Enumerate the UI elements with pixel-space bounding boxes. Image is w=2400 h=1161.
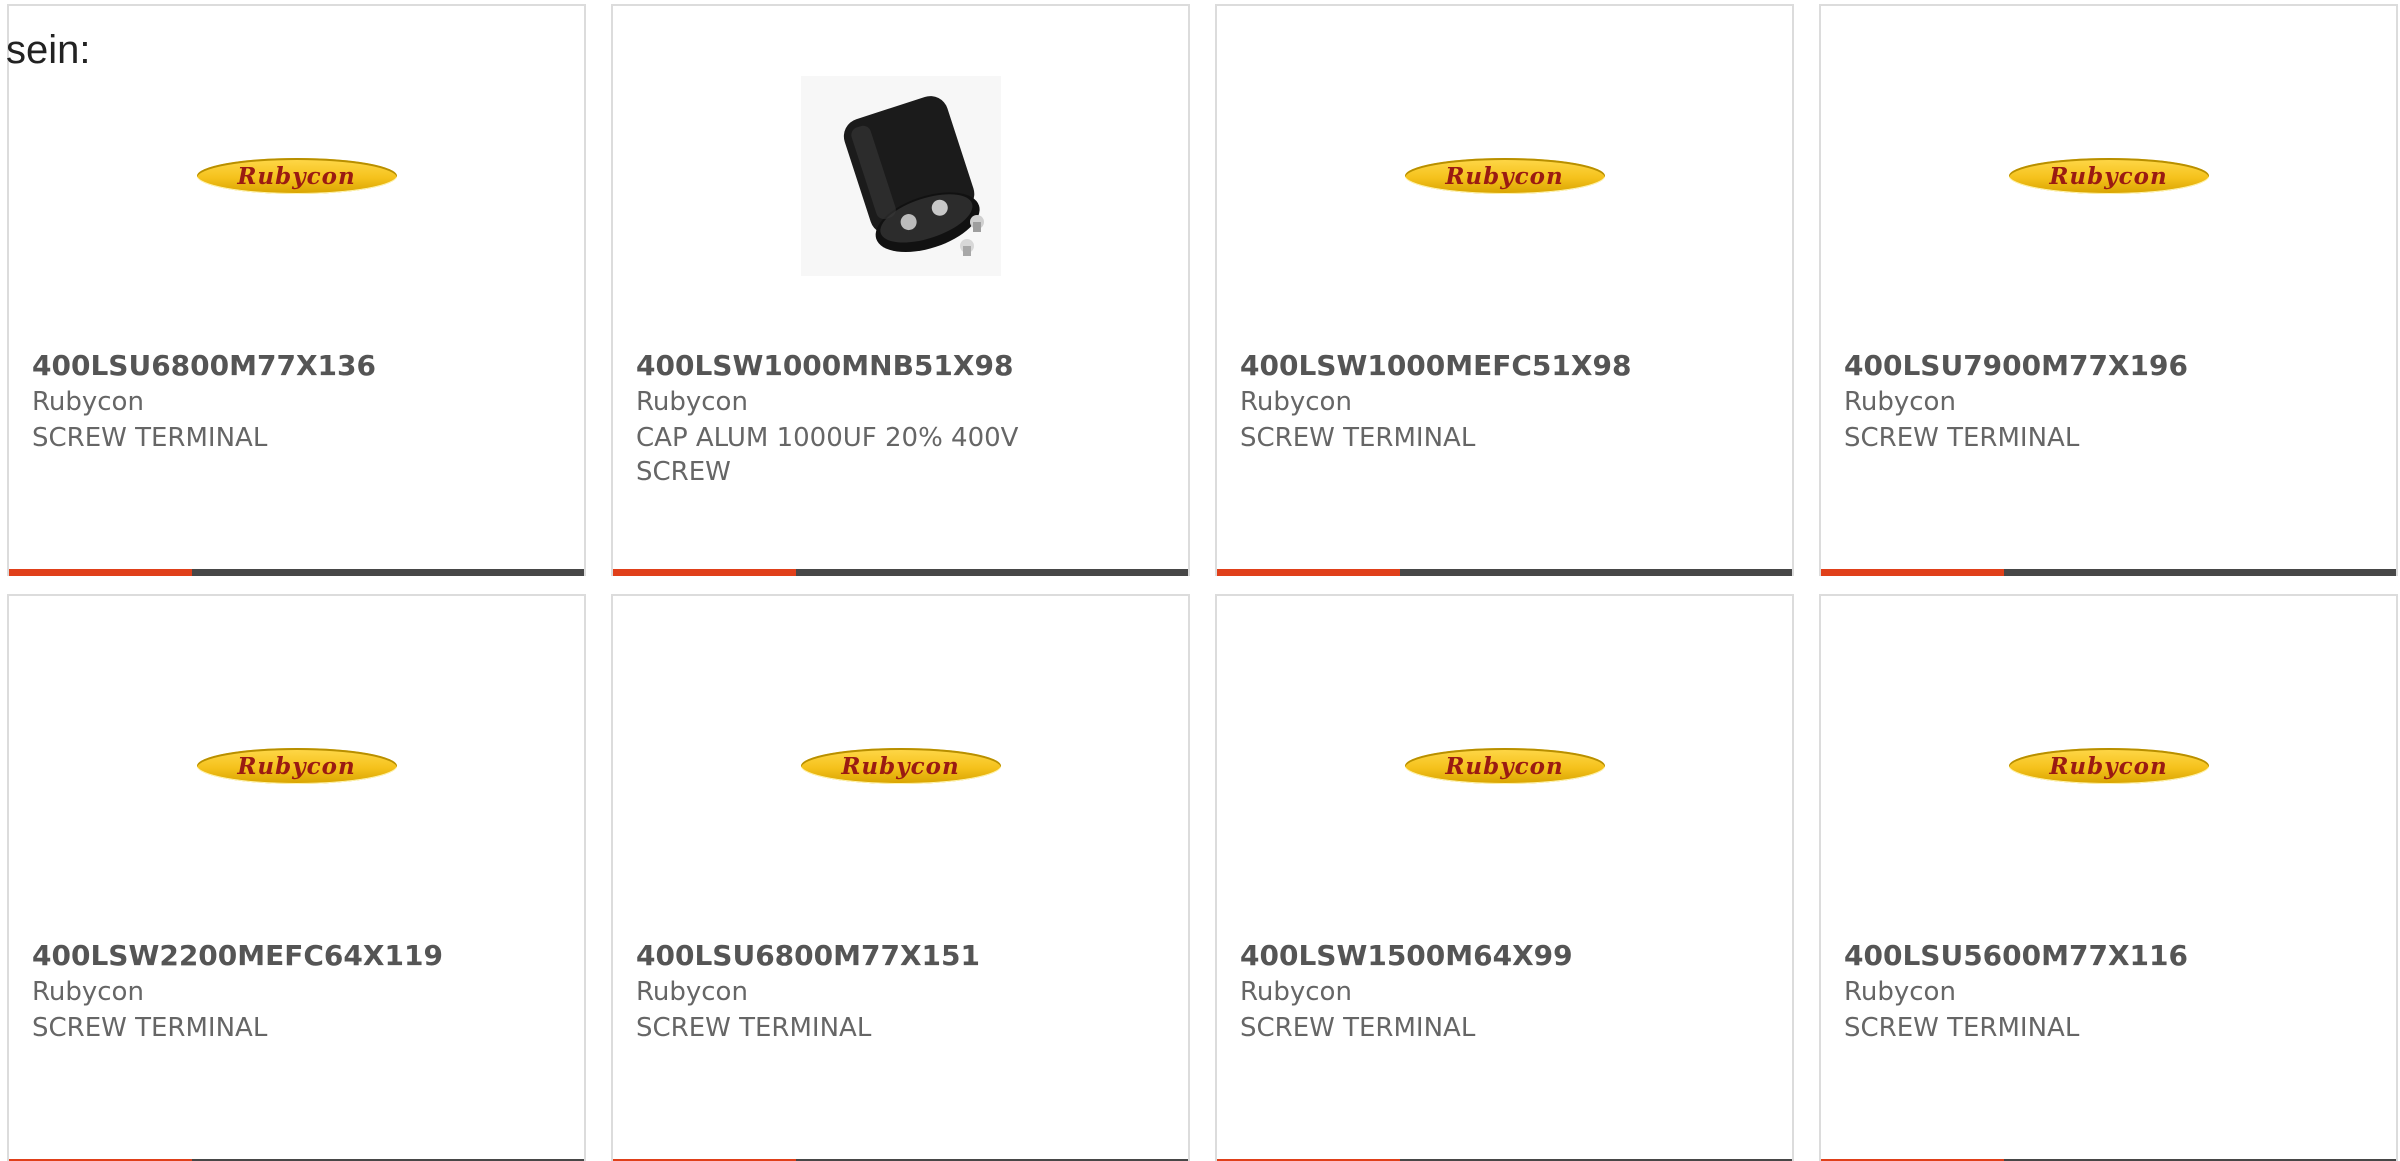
- product-image-area: Rubycon: [1217, 6, 1792, 336]
- manufacturer: Rubycon: [1844, 387, 1956, 417]
- description: SCREW TERMINAL: [1240, 423, 1476, 453]
- manufacturer: Rubycon: [636, 387, 748, 417]
- manufacturer: Rubycon: [1240, 977, 1352, 1007]
- card-accent-bar: [9, 569, 192, 576]
- logo-text: Rubycon: [237, 752, 356, 780]
- card-footer-bar: [1821, 569, 2396, 576]
- card-footer-bar: [613, 569, 1188, 576]
- description: SCREW TERMINAL: [1844, 423, 2080, 453]
- card-accent-bar: [1821, 569, 2004, 576]
- part-number[interactable]: 400LSW2200MEFC64X119: [32, 939, 443, 972]
- product-card[interactable]: 400LSW1000MNB51X98 Rubycon CAP ALUM 1000…: [611, 4, 1190, 576]
- logo-text: Rubycon: [2049, 752, 2168, 780]
- card-accent-bar: [1217, 569, 1400, 576]
- product-card[interactable]: Rubycon 400LSW2200MEFC64X119 Rubycon SCR…: [7, 594, 586, 1161]
- logo-text: Rubycon: [237, 162, 356, 190]
- product-image-area: Rubycon: [1217, 596, 1792, 926]
- description: SCREW TERMINAL: [32, 423, 268, 453]
- product-image-area: Rubycon: [1821, 596, 2396, 926]
- product-card[interactable]: Rubycon 400LSU6800M77X136 Rubycon SCREW …: [7, 4, 586, 576]
- logo-text: Rubycon: [2049, 162, 2168, 190]
- product-card[interactable]: Rubycon 400LSU7900M77X196 Rubycon SCREW …: [1819, 4, 2398, 576]
- rubycon-logo: Rubycon: [800, 748, 1001, 784]
- description: CAP ALUM 1000UF 20% 400V SCREW: [636, 423, 1019, 487]
- manufacturer: Rubycon: [636, 977, 748, 1007]
- part-number[interactable]: 400LSU6800M77X151: [636, 939, 980, 972]
- product-card[interactable]: Rubycon 400LSU5600M77X116 Rubycon SCREW …: [1819, 594, 2398, 1161]
- description: SCREW TERMINAL: [1844, 1013, 2080, 1043]
- card-accent-bar: [613, 569, 796, 576]
- description: SCREW TERMINAL: [32, 1013, 268, 1043]
- description: SCREW TERMINAL: [636, 1013, 872, 1043]
- product-image-area: Rubycon: [9, 6, 584, 336]
- part-number[interactable]: 400LSU7900M77X196: [1844, 349, 2188, 382]
- product-image-area: Rubycon: [9, 596, 584, 926]
- card-footer-bar: [9, 569, 584, 576]
- product-image-area: Rubycon: [1821, 6, 2396, 336]
- product-image-area: [613, 6, 1188, 336]
- product-grid-page: sein: Rubycon 400LSU6800M77X136 Rubycon …: [0, 0, 2400, 1161]
- product-grid: Rubycon 400LSU6800M77X136 Rubycon SCREW …: [7, 4, 2400, 1161]
- rubycon-logo: Rubycon: [196, 158, 397, 194]
- manufacturer: Rubycon: [1844, 977, 1956, 1007]
- part-number[interactable]: 400LSU5600M77X116: [1844, 939, 2188, 972]
- rubycon-logo: Rubycon: [1404, 158, 1605, 194]
- part-number[interactable]: 400LSW1000MNB51X98: [636, 349, 1013, 382]
- intro-text: sein:: [6, 28, 91, 72]
- manufacturer: Rubycon: [32, 977, 144, 1007]
- logo-text: Rubycon: [1445, 162, 1564, 190]
- product-image-area: Rubycon: [613, 596, 1188, 926]
- product-card[interactable]: Rubycon 400LSW1000MEFC51X98 Rubycon SCRE…: [1215, 4, 1794, 576]
- rubycon-logo: Rubycon: [2008, 158, 2209, 194]
- logo-text: Rubycon: [1445, 752, 1564, 780]
- manufacturer: Rubycon: [32, 387, 144, 417]
- part-number[interactable]: 400LSW1500M64X99: [1240, 939, 1573, 972]
- manufacturer: Rubycon: [1240, 387, 1352, 417]
- logo-text: Rubycon: [841, 752, 960, 780]
- part-number[interactable]: 400LSU6800M77X136: [32, 349, 376, 382]
- product-card[interactable]: Rubycon 400LSU6800M77X151 Rubycon SCREW …: [611, 594, 1190, 1161]
- product-card[interactable]: Rubycon 400LSW1500M64X99 Rubycon SCREW T…: [1215, 594, 1794, 1161]
- rubycon-logo: Rubycon: [196, 748, 397, 784]
- card-footer-bar: [1217, 569, 1792, 576]
- capacitor-photo: [800, 76, 1001, 276]
- description: SCREW TERMINAL: [1240, 1013, 1476, 1043]
- part-number[interactable]: 400LSW1000MEFC51X98: [1240, 349, 1631, 382]
- rubycon-logo: Rubycon: [1404, 748, 1605, 784]
- rubycon-logo: Rubycon: [2008, 748, 2209, 784]
